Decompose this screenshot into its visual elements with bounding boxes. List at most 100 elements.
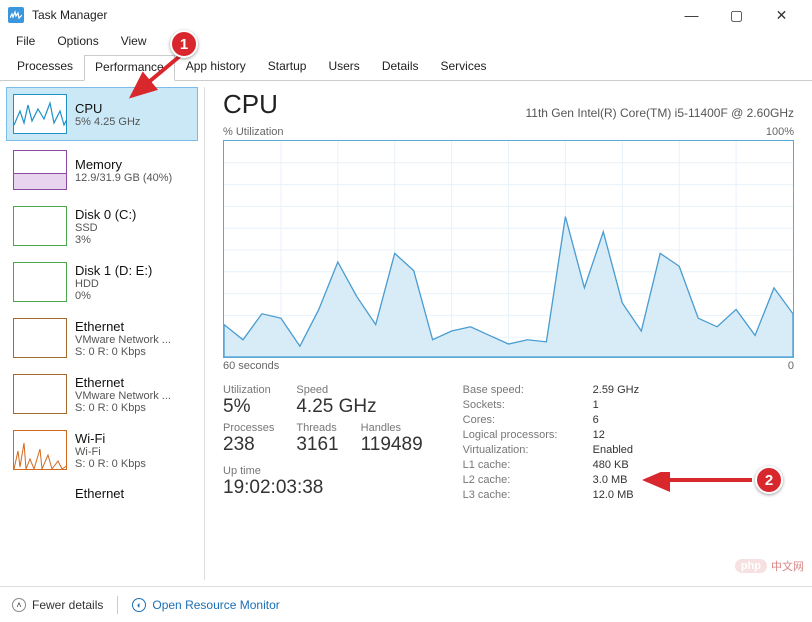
chevron-up-icon: ˄ <box>12 598 26 612</box>
sidebar-eth1-sub2: S: 0 R: 0 Kbps <box>75 346 171 358</box>
l3-label: L3 cache: <box>463 489 593 501</box>
watermark-text: 中文网 <box>771 558 804 574</box>
main-title: CPU <box>223 89 278 120</box>
virt-label: Virtualization: <box>463 444 593 456</box>
sidebar-disk0-sub2: 3% <box>75 234 136 246</box>
window-title: Task Manager <box>32 8 669 22</box>
base-speed-label: Base speed: <box>463 384 593 396</box>
processes-label: Processes <box>223 422 274 434</box>
sidebar-disk0-sub1: SSD <box>75 222 136 234</box>
stats-right: Base speed:2.59 GHz Sockets:1 Cores:6 Lo… <box>463 384 639 501</box>
chart-bottom-left-label: 60 seconds <box>223 360 279 372</box>
speed-value: 4.25 GHz <box>296 396 422 418</box>
utilization-label: Utilization <box>223 384 274 396</box>
tab-services[interactable]: Services <box>430 54 498 80</box>
sidebar-item-memory[interactable]: Memory 12.9/31.9 GB (40%) <box>6 143 198 197</box>
cpu-chart[interactable] <box>223 140 794 358</box>
eth1-thumb-icon <box>13 318 67 358</box>
l1-value: 480 KB <box>593 459 639 471</box>
sidebar-cpu-sub: 5% 4.25 GHz <box>75 116 140 128</box>
open-resource-monitor-link[interactable]: ◐ Open Resource Monitor <box>132 598 279 612</box>
sidebar-item-cpu[interactable]: CPU 5% 4.25 GHz <box>6 87 198 141</box>
sidebar-eth3-title: Ethernet <box>75 486 124 501</box>
disk1-thumb-icon <box>13 262 67 302</box>
handles-value: 119489 <box>361 434 423 456</box>
sidebar-memory-sub: 12.9/31.9 GB (40%) <box>75 172 172 184</box>
memory-thumb-icon <box>13 150 67 190</box>
base-speed-value: 2.59 GHz <box>593 384 639 396</box>
sidebar-cpu-title: CPU <box>75 101 140 116</box>
utilization-value: 5% <box>223 396 274 418</box>
threads-value: 3161 <box>296 434 338 456</box>
fewer-details-label: Fewer details <box>32 598 103 612</box>
uptime-value: 19:02:03:38 <box>223 477 423 499</box>
sidebar-wifi-sub2: S: 0 R: 0 Kbps <box>75 458 146 470</box>
stats-area: Utilization5% Speed4.25 GHz Processes238… <box>223 384 794 501</box>
sidebar-wifi-title: Wi-Fi <box>75 431 146 446</box>
cores-value: 6 <box>593 414 639 426</box>
wifi-thumb-icon <box>13 430 67 470</box>
menu-file[interactable]: File <box>6 32 45 50</box>
sidebar-wifi-sub1: Wi-Fi <box>75 446 146 458</box>
close-button[interactable]: ✕ <box>759 0 804 30</box>
sidebar-eth1-title: Ethernet <box>75 319 171 334</box>
tab-app-history[interactable]: App history <box>175 54 257 80</box>
sidebar-eth2-sub1: VMware Network ... <box>75 390 171 402</box>
tab-processes[interactable]: Processes <box>6 54 84 80</box>
maximize-button[interactable]: ▢ <box>714 0 759 30</box>
menu-options[interactable]: Options <box>47 32 108 50</box>
uptime-label: Up time <box>223 465 423 477</box>
sidebar-eth2-title: Ethernet <box>75 375 171 390</box>
cores-label: Cores: <box>463 414 593 426</box>
resource-monitor-icon: ◐ <box>132 598 146 612</box>
watermark-brand: php <box>735 559 767 573</box>
open-resource-monitor-label: Open Resource Monitor <box>152 598 279 612</box>
threads-label: Threads <box>296 422 338 434</box>
tab-startup[interactable]: Startup <box>257 54 318 80</box>
tab-details[interactable]: Details <box>371 54 430 80</box>
sidebar-item-disk0[interactable]: Disk 0 (C:) SSD 3% <box>6 199 198 253</box>
lp-value: 12 <box>593 429 639 441</box>
cpu-name: 11th Gen Intel(R) Core(TM) i5-11400F @ 2… <box>526 106 795 120</box>
speed-label: Speed <box>296 384 422 396</box>
processes-value: 238 <box>223 434 274 456</box>
titlebar: Task Manager — ▢ ✕ <box>0 0 812 30</box>
tab-users[interactable]: Users <box>317 54 370 80</box>
annotation-badge-2: 2 <box>755 466 783 494</box>
disk0-thumb-icon <box>13 206 67 246</box>
content: CPU 5% 4.25 GHz Memory 12.9/31.9 GB (40%… <box>0 81 812 586</box>
l2-value: 3.0 MB <box>593 474 639 486</box>
minimize-button[interactable]: — <box>669 0 714 30</box>
app-icon <box>8 7 24 23</box>
menu-view[interactable]: View <box>111 32 157 50</box>
l3-value: 12.0 MB <box>593 489 639 501</box>
tabbar: Processes Performance App history Startu… <box>0 54 812 81</box>
sockets-label: Sockets: <box>463 399 593 411</box>
sidebar-item-eth3[interactable]: Ethernet <box>6 479 198 508</box>
annotation-badge-1: 1 <box>170 30 198 58</box>
separator <box>117 596 118 614</box>
tab-performance[interactable]: Performance <box>84 55 175 81</box>
sidebar-item-eth1[interactable]: Ethernet VMware Network ... S: 0 R: 0 Kb… <box>6 311 198 365</box>
virt-value: Enabled <box>593 444 639 456</box>
l2-label: L2 cache: <box>463 474 593 486</box>
sidebar-item-disk1[interactable]: Disk 1 (D: E:) HDD 0% <box>6 255 198 309</box>
sidebar-disk1-title: Disk 1 (D: E:) <box>75 263 152 278</box>
chart-top-left-label: % Utilization <box>223 126 284 138</box>
fewer-details-button[interactable]: ˄ Fewer details <box>12 598 103 612</box>
l1-label: L1 cache: <box>463 459 593 471</box>
sidebar-disk0-title: Disk 0 (C:) <box>75 207 136 222</box>
main-panel: CPU 11th Gen Intel(R) Core(TM) i5-11400F… <box>205 81 812 586</box>
stats-left: Utilization5% Speed4.25 GHz Processes238… <box>223 384 423 501</box>
sidebar: CPU 5% 4.25 GHz Memory 12.9/31.9 GB (40%… <box>0 81 204 586</box>
sidebar-item-wifi[interactable]: Wi-Fi Wi-Fi S: 0 R: 0 Kbps <box>6 423 198 477</box>
lp-label: Logical processors: <box>463 429 593 441</box>
sidebar-memory-title: Memory <box>75 157 172 172</box>
sidebar-disk1-sub2: 0% <box>75 290 152 302</box>
chart-bottom-right-label: 0 <box>788 360 794 372</box>
sidebar-item-eth2[interactable]: Ethernet VMware Network ... S: 0 R: 0 Kb… <box>6 367 198 421</box>
sidebar-eth2-sub2: S: 0 R: 0 Kbps <box>75 402 171 414</box>
window-controls: — ▢ ✕ <box>669 0 804 30</box>
menubar: File Options View <box>0 30 812 52</box>
watermark: php 中文网 <box>735 558 804 574</box>
